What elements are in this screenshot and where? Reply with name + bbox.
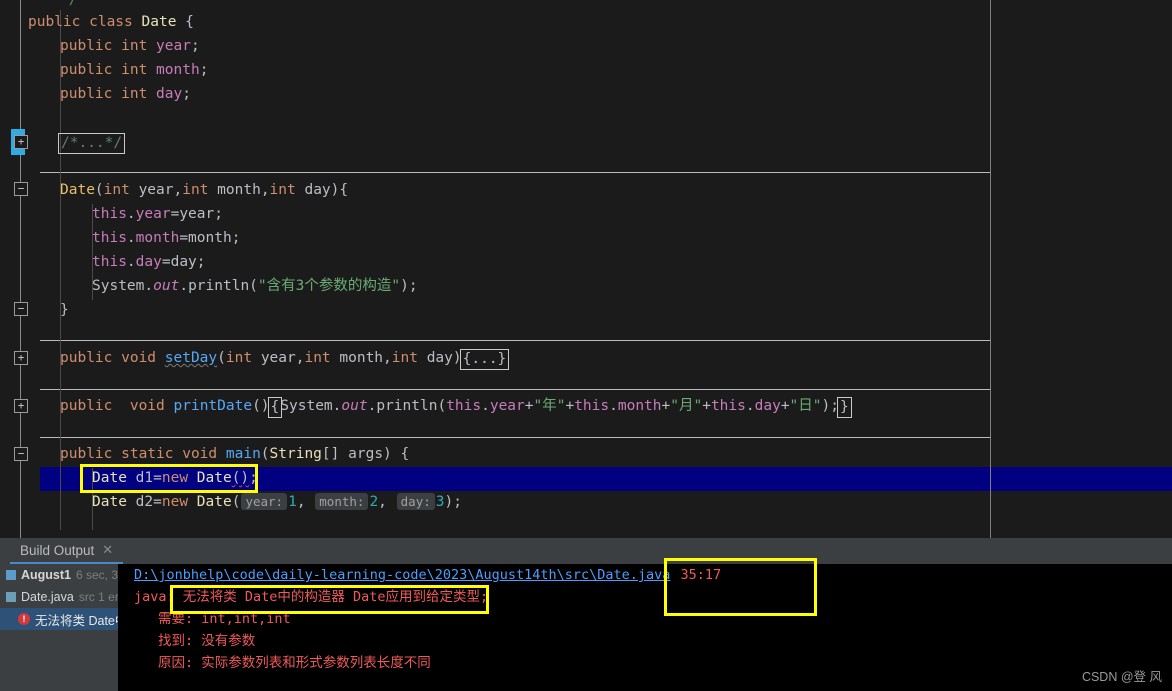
code-line-field-day[interactable]: public int day; [60, 82, 191, 106]
str-month: 月 [678, 398, 694, 414]
setday-folded-body[interactable]: {...} [459, 349, 510, 370]
tab-build-output[interactable]: Build Output ✕ [10, 538, 124, 564]
method-separator [40, 340, 990, 341]
code-line-printdate[interactable]: public void printDate(){System.out.print… [60, 394, 852, 418]
method-separator [40, 437, 990, 438]
tree-item-error[interactable]: ! 无法将类 Date中 [0, 608, 118, 630]
csdn-watermark: CSDN @登 风 [1081, 670, 1162, 684]
error-icon: ! [18, 613, 30, 625]
str-year: 年 [542, 398, 557, 414]
printdate-close-brace[interactable]: } [836, 397, 852, 418]
str-day: 日 [798, 398, 813, 414]
file-icon [6, 592, 16, 602]
tree-item-module-sub: 6 sec, 340 ms [76, 568, 118, 582]
tree-item-module-label: August1 [21, 568, 71, 582]
code-line-folded-comment[interactable]: /*...*/ [58, 130, 126, 154]
method-separator [40, 172, 990, 173]
tree-item-file-label: Date.java [21, 590, 74, 604]
fold-collapse-main-icon[interactable]: − [14, 447, 28, 461]
param-value-year: 1 [288, 494, 297, 510]
code-line-field-year[interactable]: public int year; [60, 34, 200, 58]
code-line-d2[interactable]: Date d2=new Date(year: 1, month: 2, day: 3)… [92, 490, 462, 514]
editor-gutter[interactable]: + − − + + − [0, 0, 40, 538]
close-icon[interactable]: ✕ [102, 542, 113, 558]
code-line-this-month[interactable]: this.month=month; [92, 226, 240, 250]
code-line-d1[interactable]: Date d1=new Date(); [92, 466, 258, 490]
tree-item-module[interactable]: August1 6 sec, 340 ms [0, 564, 118, 586]
code-line-this-year[interactable]: this.year=year; [92, 202, 223, 226]
build-output-tree[interactable]: August1 6 sec, 340 ms Date.java src 1 er… [0, 564, 118, 691]
ctor-print-string: 含有3个参数的构造 [266, 278, 392, 294]
param-value-month: 2 [369, 494, 379, 510]
build-output-tabbar[interactable]: Build Output ✕ [0, 538, 1172, 564]
build-output-console[interactable]: D:\jonbhelp\code\daily-learning-code\202… [118, 564, 1172, 691]
fold-expand-printdate-icon[interactable]: + [14, 399, 28, 413]
console-line-error-main: java: 无法将类 Date中的构造器 Date应用到给定类型; [134, 589, 489, 605]
method-separator [40, 389, 990, 390]
tree-item-error-label: 无法将类 Date中 [35, 613, 118, 628]
fold-expand-icon[interactable]: + [14, 135, 28, 149]
code-line-println-ctor[interactable]: System.out.println("含有3个参数的构造"); [92, 274, 418, 298]
printdate-open-brace[interactable]: { [267, 397, 283, 418]
console-line-error-detail: 原因: 实际参数列表和形式参数列表长度不同 [158, 655, 431, 671]
tab-build-output-label: Build Output [20, 542, 95, 558]
fold-collapse-icon[interactable]: − [14, 182, 28, 196]
param-hint-year: year: [241, 493, 288, 510]
error-file-link[interactable]: D:\jonbhelp\code\daily-learning-code\202… [134, 567, 670, 583]
code-line-setday[interactable]: public void setDay(int year,int month,in… [60, 346, 510, 370]
code-line-ctor-close[interactable]: } [60, 298, 69, 322]
console-line-error-detail: 找到: 没有参数 [158, 633, 256, 649]
fold-collapse-end-icon[interactable]: − [14, 302, 28, 316]
build-output-panel[interactable]: Build Output ✕ August1 6 sec, 340 ms Dat… [0, 538, 1172, 691]
tree-item-file[interactable]: Date.java src 1 erro [0, 586, 118, 608]
folded-comment-placeholder[interactable]: /*...*/ [58, 133, 126, 154]
error-location: 35:17 [680, 567, 722, 583]
code-editor[interactable]: + − − + + − */ public class Date { publi… [0, 0, 1172, 538]
param-hint-month: month: [315, 493, 369, 510]
code-line-constructor-signature[interactable]: Date(int year,int month,int day){ [60, 178, 348, 202]
editor-right-margin-divider [990, 0, 991, 538]
code-line-field-month[interactable]: public int month; [60, 58, 208, 82]
console-line-path[interactable]: D:\jonbhelp\code\daily-learning-code\202… [134, 564, 721, 586]
code-line-class-decl[interactable]: public class Date { [28, 10, 194, 34]
fold-expand-setday-icon[interactable]: + [14, 351, 28, 365]
code-line-this-day[interactable]: this.day=day; [92, 250, 206, 274]
param-hint-day: day: [396, 493, 435, 510]
code-line-main-signature[interactable]: public static void main(String[] args) { [60, 442, 409, 466]
tree-item-file-sub: src 1 erro [78, 590, 118, 604]
module-icon [6, 570, 16, 580]
console-line-error-detail: 需要: int,int,int [158, 611, 291, 627]
